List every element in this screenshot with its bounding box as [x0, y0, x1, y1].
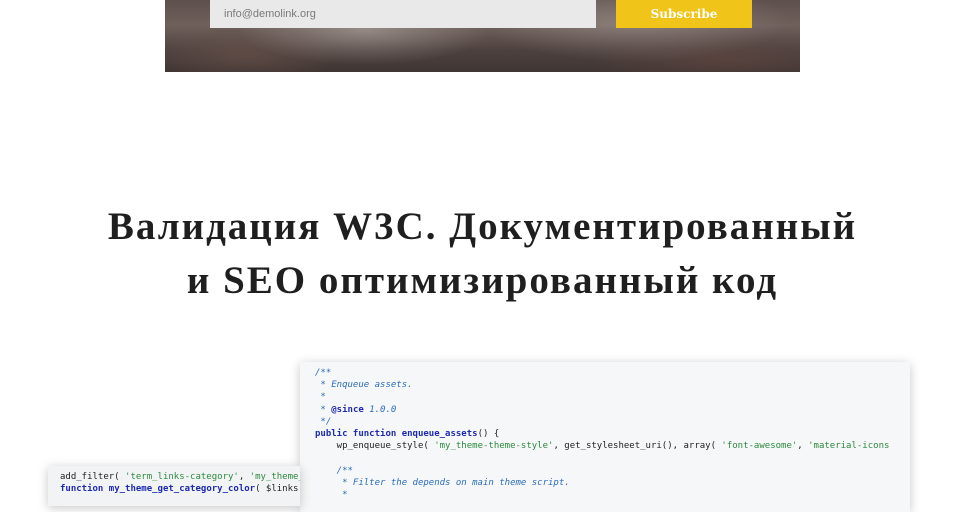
code-token: 'font-awesome' [721, 441, 798, 452]
code-token: enqueue_assets [401, 429, 478, 440]
section-title-line1: Валидация W3C. Документированный [107, 205, 858, 248]
code-token: , get_stylesheet_uri(), array( [553, 441, 722, 452]
code-line: /** [315, 465, 910, 477]
email-field[interactable] [210, 0, 596, 28]
code-token: /** [315, 465, 353, 476]
code-token: 1.0.0 [363, 404, 397, 415]
code-line: * [315, 489, 910, 501]
code-line: wp_enqueue_style( 'my_theme-theme-style'… [315, 440, 910, 452]
code-line: function my_theme_get_category_color( $l… [60, 483, 300, 495]
code-token: ( $links ) { [255, 484, 299, 495]
code-token: 'my_theme-theme-style' [434, 441, 554, 452]
code-token: add_filter( [60, 472, 126, 482]
code-token: public function [315, 429, 397, 440]
code-token: * [315, 404, 332, 415]
newsletter-banner: Subscribe [165, 0, 800, 72]
subscribe-button[interactable]: Subscribe [616, 0, 752, 28]
code-line: * Enqueue assets. [315, 379, 910, 391]
code-token: * [315, 490, 348, 501]
code-token: @since [331, 404, 364, 415]
section-title-line2: и SEO оптимизированный код [186, 259, 779, 302]
code-token: 'material-icons [808, 441, 890, 452]
code-screenshot-secondary: add_filter( 'term_links-category', 'my_t… [48, 466, 300, 506]
section-title: Валидация W3C. Документированный и SEO о… [0, 200, 965, 308]
code-line: * @since 1.0.0 [315, 404, 910, 416]
code-token: * Filter the depends on main theme scrip… [315, 477, 570, 488]
code-token: () { [477, 429, 500, 440]
code-line: * [315, 391, 910, 403]
code-line: add_filter( 'term_links-category', 'my_t… [60, 471, 300, 483]
code-token: wp_enqueue_style( [315, 441, 435, 452]
code-line: */ [315, 416, 910, 428]
code-token: , [238, 472, 250, 482]
code-token: my_theme_get_category_color [108, 484, 256, 495]
code-token: 'term_links-category' [125, 472, 239, 482]
code-line: /** [315, 367, 910, 379]
code-token: , [797, 441, 809, 452]
code-token: function [60, 484, 104, 495]
code-line: * Filter the depends on main theme scrip… [315, 477, 910, 489]
code-token: */ [315, 416, 332, 427]
code-line: public function enqueue_assets() { [315, 428, 910, 440]
code-token: 'my_theme_get_ [249, 472, 300, 482]
code-token: * Enqueue assets. [315, 380, 413, 391]
code-token: /** [315, 368, 332, 378]
code-token: * [315, 392, 326, 403]
code-screenshot-main: /** * Enqueue assets. * * @since 1.0.0 *… [300, 362, 910, 512]
